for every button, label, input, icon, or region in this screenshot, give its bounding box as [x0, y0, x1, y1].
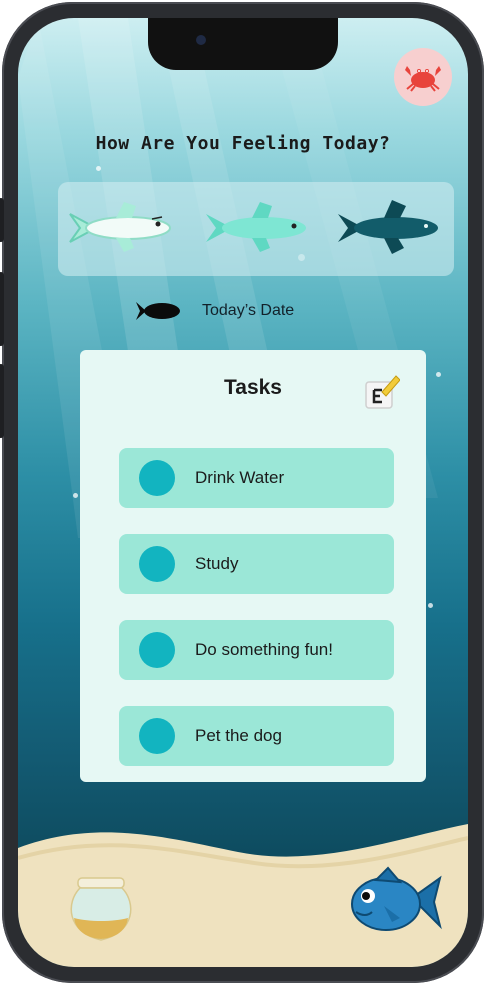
mood-aqua-fish-icon[interactable] — [202, 200, 314, 256]
task-label: Pet the dog — [195, 726, 282, 745]
date-row: Today’s Date — [134, 298, 294, 324]
profile-button[interactable] — [394, 48, 452, 106]
volume-up-button — [0, 272, 4, 346]
task-label: Study — [195, 554, 239, 573]
bubble — [73, 493, 78, 498]
mood-light-fish-icon[interactable] — [66, 200, 178, 256]
bubble — [96, 166, 101, 171]
task-checkbox[interactable] — [139, 546, 175, 582]
task-label: Do something fun! — [195, 640, 333, 659]
phone-frame: How Are You Feeling Today? Today’s Date … — [0, 2, 484, 983]
task-checkbox[interactable] — [139, 460, 175, 496]
tasks-card: Tasks Drink Water Study Do something fun… — [80, 350, 426, 782]
task-checkbox[interactable] — [139, 632, 175, 668]
mood-dark-fish-icon[interactable] — [334, 200, 446, 256]
app-screen: How Are You Feeling Today? Today’s Date … — [18, 18, 468, 967]
volume-down-button — [0, 364, 4, 438]
bubble — [436, 372, 441, 377]
side-button — [0, 198, 4, 242]
task-item[interactable]: Drink Water — [119, 448, 394, 508]
task-item[interactable]: Study — [119, 534, 394, 594]
fish-silhouette-icon — [136, 302, 180, 320]
task-item[interactable]: Do something fun! — [119, 620, 394, 680]
task-item[interactable]: Pet the dog — [119, 706, 394, 766]
mood-selector — [58, 182, 454, 276]
bubble — [428, 603, 433, 608]
task-label: Drink Water — [195, 468, 285, 487]
notch — [148, 18, 338, 70]
edit-pencil-icon[interactable] — [364, 374, 400, 410]
date-label: Today’s Date — [202, 302, 295, 319]
page-title: How Are You Feeling Today? — [95, 133, 391, 154]
camera — [196, 35, 206, 45]
task-checkbox[interactable] — [139, 718, 175, 754]
blue-fish-icon[interactable] — [348, 866, 442, 938]
crab-icon — [405, 66, 441, 92]
fishbowl-icon[interactable] — [70, 876, 132, 942]
